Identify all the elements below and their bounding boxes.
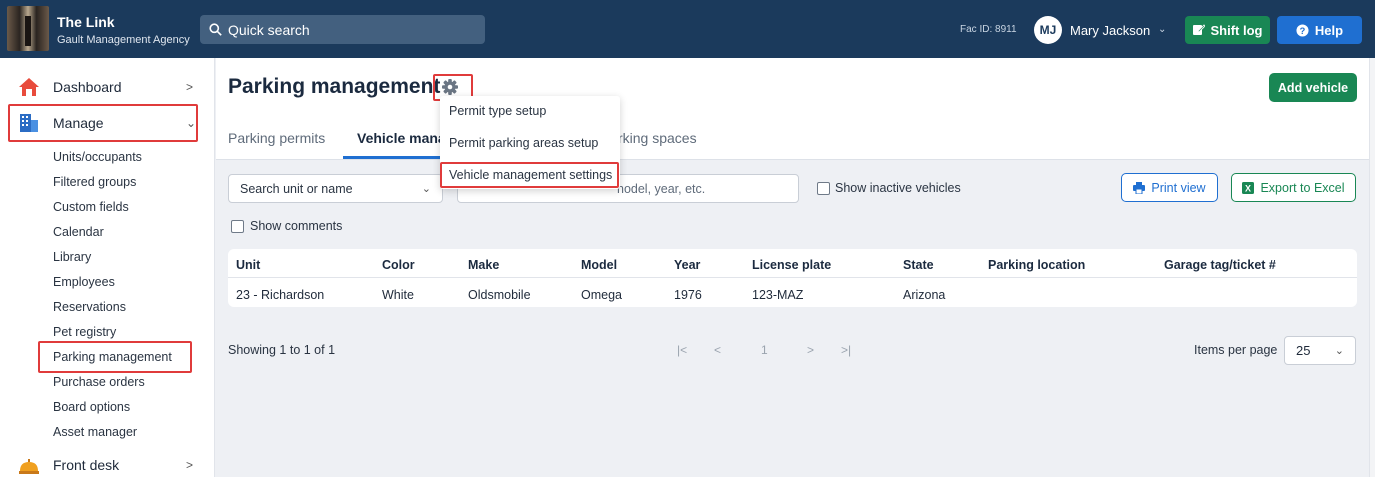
- tab-parking-spaces[interactable]: rking spaces: [618, 130, 697, 146]
- top-bar: The Link Gault Management Agency Quick s…: [0, 0, 1375, 58]
- chevron-right-icon: >: [186, 80, 194, 94]
- cell-unit: 23 - Richardson: [236, 288, 325, 302]
- sidebar-subitem-reservations[interactable]: Reservations: [53, 300, 126, 314]
- tab-vehicle-management[interactable]: Vehicle mana: [357, 130, 446, 146]
- scrollbar[interactable]: [1369, 58, 1375, 477]
- items-per-page-select[interactable]: 25 ⌄: [1284, 336, 1356, 365]
- excel-icon: X: [1242, 181, 1255, 194]
- items-per-page-value: 25: [1296, 343, 1311, 358]
- home-icon: [19, 78, 39, 96]
- cell-state: Arizona: [903, 288, 946, 302]
- main-content: Parking management Add vehicle Parking p…: [216, 58, 1369, 477]
- org-name: The Link: [57, 14, 115, 30]
- facility-id: Fac ID: 8911: [960, 24, 1017, 35]
- column-header-model[interactable]: Model: [581, 258, 617, 272]
- sidebar-subitem-board-options[interactable]: Board options: [53, 400, 130, 414]
- show-comments-checkbox[interactable]: [231, 220, 244, 233]
- sidebar-subitem-units-occupants[interactable]: Units/occupants: [53, 150, 142, 164]
- column-header-unit[interactable]: Unit: [236, 258, 260, 272]
- last-page-button[interactable]: >|: [841, 343, 851, 357]
- print-view-label: Print view: [1151, 180, 1206, 195]
- avatar[interactable]: MJ: [1034, 16, 1062, 44]
- cell-model: Omega: [581, 288, 622, 302]
- highlight-manage: [8, 104, 198, 142]
- svg-text:X: X: [1245, 183, 1251, 193]
- sidebar: Dashboard > Manage ⌄ Units/occupants Fil…: [0, 58, 215, 477]
- showing-count: Showing 1 to 1 of 1: [228, 343, 336, 357]
- printer-icon: [1133, 181, 1146, 194]
- sidebar-subitem-filtered-groups[interactable]: Filtered groups: [53, 175, 136, 189]
- column-header-make[interactable]: Make: [468, 258, 499, 272]
- column-header-color[interactable]: Color: [382, 258, 415, 272]
- items-per-page-label: Items per page: [1194, 343, 1278, 357]
- export-excel-label: Export to Excel: [1260, 180, 1345, 195]
- next-page-button[interactable]: >: [807, 343, 814, 357]
- org-logo[interactable]: [7, 6, 49, 51]
- page-title: Parking management: [228, 75, 441, 98]
- org-subtitle: Gault Management Agency: [57, 34, 190, 46]
- shift-log-button[interactable]: Shift log: [1185, 16, 1270, 44]
- help-label: Help: [1314, 22, 1344, 38]
- column-header-year[interactable]: Year: [674, 258, 700, 272]
- unit-search-placeholder: Search unit or name: [240, 181, 353, 196]
- tab-parking-permits[interactable]: Parking permits: [228, 130, 325, 146]
- chevron-down-icon: ⌄: [1334, 345, 1344, 357]
- show-comments-label: Show comments: [250, 219, 343, 233]
- svg-text:?: ?: [1300, 25, 1306, 35]
- export-excel-button[interactable]: X Export to Excel: [1231, 173, 1356, 202]
- cell-color: White: [382, 288, 414, 302]
- vehicle-search-placeholder: nodel, year, etc.: [617, 181, 706, 196]
- table-header-divider: [228, 277, 1357, 278]
- sidebar-item-dashboard[interactable]: Dashboard >: [0, 72, 215, 102]
- cell-license-plate: 123-MAZ: [752, 288, 804, 302]
- sidebar-subitem-library[interactable]: Library: [53, 250, 91, 264]
- bell-icon: [19, 459, 39, 474]
- quick-search-placeholder: Quick search: [228, 21, 310, 38]
- page-header: Parking management Add vehicle Parking p…: [216, 58, 1369, 160]
- sidebar-item-front-desk[interactable]: Front desk >: [0, 450, 215, 477]
- add-vehicle-button[interactable]: Add vehicle: [1269, 73, 1357, 102]
- user-name[interactable]: Mary Jackson: [1070, 23, 1150, 38]
- search-icon: [209, 23, 222, 36]
- active-tab-indicator: [343, 156, 447, 159]
- highlight-parking-management: [38, 341, 192, 373]
- cell-year: 1976: [674, 288, 702, 302]
- column-header-license-plate[interactable]: License plate: [752, 258, 831, 272]
- sidebar-subitem-employees[interactable]: Employees: [53, 275, 115, 289]
- shift-log-label: Shift log: [1210, 22, 1263, 38]
- vehicles-table: Unit Color Make Model Year License plate…: [228, 249, 1357, 307]
- menu-item-permit-type-setup[interactable]: Permit type setup: [449, 104, 546, 118]
- help-button[interactable]: ? Help: [1277, 16, 1362, 44]
- edit-icon: [1192, 24, 1205, 35]
- unit-search-select[interactable]: Search unit or name ⌄: [228, 174, 443, 203]
- first-page-button[interactable]: |<: [677, 343, 687, 357]
- chevron-down-icon: ⌄: [421, 183, 431, 195]
- column-header-parking-location[interactable]: Parking location: [988, 258, 1085, 272]
- chevron-down-icon[interactable]: ⌄: [1158, 24, 1166, 35]
- sidebar-label-dashboard: Dashboard: [53, 79, 122, 95]
- print-view-button[interactable]: Print view: [1121, 173, 1218, 202]
- show-inactive-label: Show inactive vehicles: [835, 181, 961, 195]
- sidebar-subitem-asset-manager[interactable]: Asset manager: [53, 425, 137, 439]
- prev-page-button[interactable]: <: [714, 343, 721, 357]
- current-page[interactable]: 1: [761, 343, 768, 357]
- cell-make: Oldsmobile: [468, 288, 531, 302]
- show-inactive-checkbox[interactable]: [817, 182, 830, 195]
- question-icon: ?: [1296, 23, 1309, 37]
- sidebar-label-front-desk: Front desk: [53, 457, 120, 473]
- sidebar-subitem-calendar[interactable]: Calendar: [53, 225, 104, 239]
- column-header-garage-tag[interactable]: Garage tag/ticket #: [1164, 258, 1276, 272]
- column-header-state[interactable]: State: [903, 258, 934, 272]
- highlight-vehicle-management-settings: [440, 162, 619, 188]
- sidebar-subitem-purchase-orders[interactable]: Purchase orders: [53, 375, 145, 389]
- quick-search-input[interactable]: Quick search: [200, 15, 485, 44]
- sidebar-subitem-custom-fields[interactable]: Custom fields: [53, 200, 129, 214]
- sidebar-subitem-pet-registry[interactable]: Pet registry: [53, 325, 116, 339]
- menu-item-permit-parking-areas-setup[interactable]: Permit parking areas setup: [449, 136, 598, 150]
- chevron-right-icon: >: [186, 458, 194, 472]
